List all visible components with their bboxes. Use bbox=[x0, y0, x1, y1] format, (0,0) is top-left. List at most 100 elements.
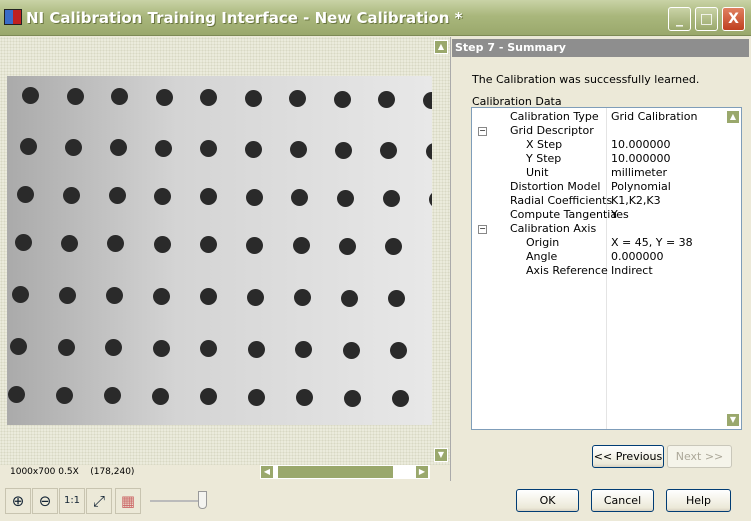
grid-dot bbox=[337, 189, 355, 207]
grid-dot bbox=[55, 386, 73, 404]
grid-dot bbox=[154, 187, 172, 205]
grid-dot bbox=[340, 289, 358, 307]
tree-row[interactable]: Calibration Type Grid Calibration bbox=[472, 110, 725, 124]
tree-item-value: millimeter bbox=[611, 166, 668, 179]
grid-dot bbox=[425, 142, 432, 160]
tree-row[interactable]: Compute Tangentia Yes bbox=[472, 208, 725, 222]
zoom-out-icon[interactable]: ⊖ bbox=[32, 488, 58, 514]
grid-dot bbox=[12, 286, 30, 303]
previous-button[interactable]: << Previous bbox=[592, 445, 664, 468]
grid-dot bbox=[200, 340, 217, 357]
grid-dot bbox=[246, 236, 264, 254]
tree-scroll-down[interactable]: ▼ bbox=[726, 413, 740, 427]
tree-scrollbar[interactable]: ▲ ▼ bbox=[725, 108, 741, 429]
cursor-coords: (178,240) bbox=[90, 467, 135, 477]
tree-item-value: Yes bbox=[611, 208, 629, 221]
image-palette-icon[interactable]: ▦ bbox=[115, 488, 141, 514]
grid-dot bbox=[342, 341, 360, 359]
tree-row[interactable]: Origin X = 45, Y = 38 bbox=[472, 236, 725, 250]
calibration-data-tree[interactable]: ▲ ▼ Calibration Type Grid Calibration − Gri… bbox=[471, 107, 742, 430]
grid-dot bbox=[19, 138, 37, 155]
tree-item-name: Calibration Axis bbox=[510, 222, 597, 235]
grid-dot bbox=[245, 188, 263, 206]
grid-dot bbox=[344, 389, 362, 407]
grid-dot bbox=[380, 142, 398, 159]
tree-item-name: Unit bbox=[526, 166, 549, 179]
next-button[interactable]: Next >> bbox=[667, 445, 732, 468]
tree-row[interactable]: Radial Coefficients K1,K2,K3 bbox=[472, 194, 725, 208]
wizard-panel: Step 7 - Summary The Calibration was suc… bbox=[450, 37, 751, 481]
calibration-grid-image[interactable] bbox=[7, 76, 432, 425]
grid-dot bbox=[66, 87, 84, 105]
grid-dot bbox=[292, 237, 310, 254]
scroll-right-button[interactable]: ▶ bbox=[415, 465, 429, 479]
grid-dot bbox=[59, 286, 77, 304]
scroll-down-button[interactable]: ▼ bbox=[434, 448, 448, 462]
tree-row[interactable]: Y Step 10.000000 bbox=[472, 152, 725, 166]
tree-row[interactable]: Distortion Model Polynomial bbox=[472, 180, 725, 194]
minimize-button[interactable]: _ bbox=[668, 7, 691, 31]
ok-button[interactable]: OK bbox=[516, 489, 579, 512]
close-button[interactable]: X bbox=[722, 7, 745, 31]
cancel-button[interactable]: Cancel bbox=[591, 489, 654, 512]
grid-dot bbox=[293, 289, 311, 306]
grid-dot bbox=[154, 139, 172, 157]
collapse-icon[interactable]: − bbox=[478, 225, 487, 234]
zoom-slider-thumb[interactable] bbox=[198, 491, 207, 509]
help-button[interactable]: Help bbox=[666, 489, 731, 512]
grid-dot bbox=[61, 234, 79, 252]
grid-dot bbox=[200, 140, 217, 157]
tree-row[interactable]: − Calibration Axis bbox=[472, 222, 725, 236]
zoom-in-icon[interactable]: ⊕ bbox=[5, 488, 31, 514]
grid-dot bbox=[108, 187, 126, 204]
grid-dot bbox=[62, 186, 80, 204]
grid-dot bbox=[378, 91, 395, 108]
collapse-icon[interactable]: − bbox=[478, 127, 487, 136]
grid-dot bbox=[57, 338, 75, 356]
grid-dot bbox=[295, 341, 312, 358]
grid-dot bbox=[109, 139, 127, 156]
grid-dot bbox=[107, 235, 125, 252]
tree-row[interactable]: − Grid Descriptor bbox=[472, 124, 725, 138]
tree-item-name: Grid Descriptor bbox=[510, 124, 594, 137]
tree-item-name: X Step bbox=[526, 138, 563, 151]
tree-scroll-up[interactable]: ▲ bbox=[726, 110, 740, 124]
grid-dot bbox=[248, 388, 266, 406]
grid-dot bbox=[291, 189, 309, 206]
scroll-left-button[interactable]: ◀ bbox=[260, 465, 274, 479]
grid-dot bbox=[111, 88, 128, 105]
grid-dot bbox=[153, 287, 171, 305]
horizontal-scrollbar[interactable]: ◀ ▶ bbox=[260, 465, 430, 479]
maximize-button[interactable]: □ bbox=[695, 7, 718, 31]
grid-dot bbox=[103, 387, 121, 404]
grid-dot bbox=[296, 389, 314, 406]
image-size-zoom: 1000x700 0.5X bbox=[10, 467, 79, 477]
tree-item-value: 10.000000 bbox=[611, 138, 671, 151]
grid-dot bbox=[17, 186, 35, 203]
tree-row[interactable]: X Step 10.000000 bbox=[472, 138, 725, 152]
window-title: NI Calibration Training Interface - New … bbox=[26, 9, 463, 27]
grid-dot bbox=[385, 238, 403, 255]
grid-dot bbox=[106, 287, 124, 304]
step-title: Step 7 - Summary bbox=[452, 39, 749, 57]
tree-item-value: K1,K2,K3 bbox=[611, 194, 661, 207]
scroll-thumb[interactable] bbox=[278, 466, 393, 478]
grid-dot bbox=[200, 236, 217, 253]
zoom-1to1-icon[interactable]: 1:1 bbox=[59, 488, 85, 514]
grid-dot bbox=[200, 388, 217, 405]
tree-row[interactable]: Unit millimeter bbox=[472, 166, 725, 180]
tree-row[interactable]: Angle 0.000000 bbox=[472, 250, 725, 264]
tree-item-name: Y Step bbox=[526, 152, 562, 165]
grid-dot bbox=[151, 387, 169, 405]
zoom-slider-track[interactable] bbox=[150, 500, 205, 502]
grid-dot bbox=[333, 90, 351, 108]
tree-row[interactable]: Axis Reference Indirect bbox=[472, 264, 725, 278]
tree-item-name: Distortion Model bbox=[510, 180, 601, 193]
tree-item-value: 10.000000 bbox=[611, 152, 671, 165]
grid-dot bbox=[200, 89, 217, 106]
tree-item-value: 0.000000 bbox=[611, 250, 664, 263]
grid-dot bbox=[7, 386, 25, 403]
grid-dot bbox=[153, 235, 171, 253]
scroll-up-button[interactable]: ▲ bbox=[434, 40, 448, 54]
zoom-fit-icon[interactable]: ⤢ bbox=[86, 488, 112, 514]
